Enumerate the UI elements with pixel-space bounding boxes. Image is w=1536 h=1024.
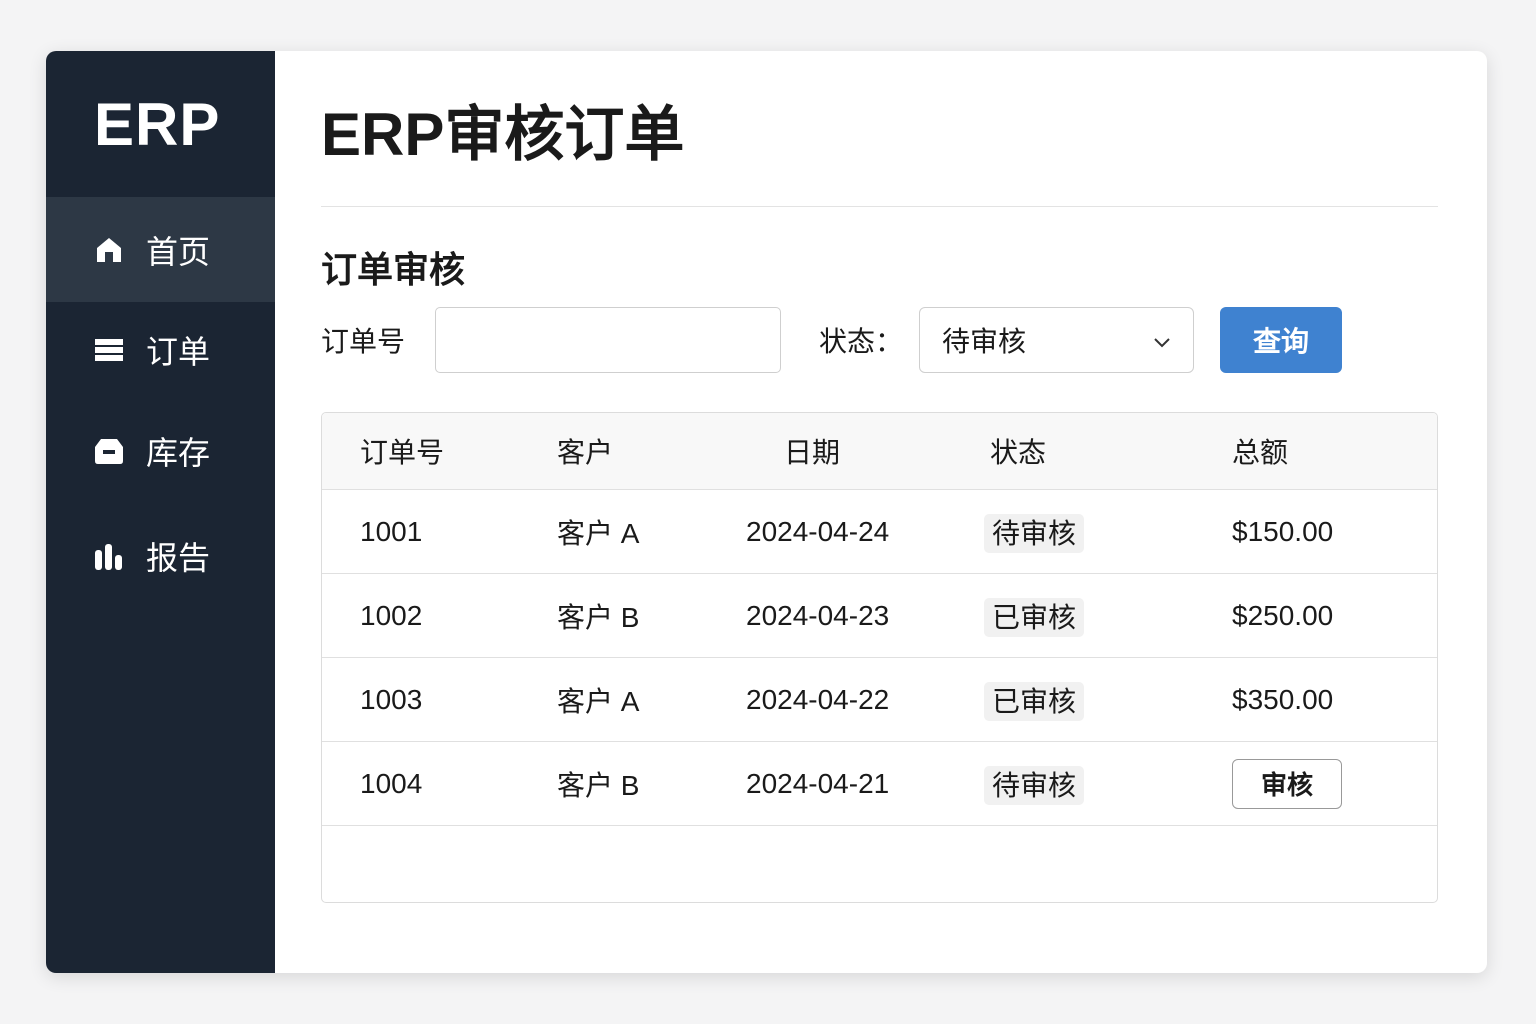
customer: 客户 B [557,601,640,633]
app-window: ERP 首页 订单 库存 报告 ERP审核订单 订单审核 订单号 状态： 待审核… [46,51,1487,973]
date: 2024-04-24 [746,515,890,547]
status-badge: 已审核 [984,597,1085,637]
total: $150.00 [1232,515,1334,547]
sidebar-item-reports[interactable]: 报告 [46,503,275,608]
customer: 客户 B [557,769,640,801]
date: 2024-04-23 [746,599,890,631]
order-id: 1002 [360,599,423,631]
section-title: 订单审核 [321,249,466,290]
total: $250.00 [1232,599,1334,631]
date: 2024-04-21 [746,767,890,799]
query-button[interactable]: 查询 [1220,307,1343,373]
order-id: 1001 [360,515,423,547]
filter-bar: 订单号 状态： 待审核 查询 [321,307,1438,373]
sidebar-item-label: 报告 [146,539,211,576]
main-content: ERP审核订单 订单审核 订单号 状态： 待审核 查询 订单号 客户 日期 状态… [275,51,1487,973]
table-row: 1002 客户 B 2024-04-23 已审核 $250.00 [322,574,1437,658]
date: 2024-04-22 [746,683,890,715]
order-number-input[interactable] [435,307,782,373]
status-select-value: 待审核 [942,326,1027,357]
inventory-icon [94,436,124,466]
table-header: 订单号 客户 日期 状态 总额 [322,413,1437,490]
orders-table: 订单号 客户 日期 状态 总额 1001 客户 A 2024-04-24 待审核… [321,412,1438,903]
header-customer: 客户 [557,437,614,468]
status-badge: 待审核 [984,513,1085,553]
sidebar-item-orders[interactable]: 订单 [46,302,275,398]
table-row: 1003 客户 A 2024-04-22 已审核 $350.00 [322,658,1437,742]
sidebar-item-inventory[interactable]: 库存 [46,398,275,503]
list-icon [94,335,124,365]
status-badge: 待审核 [984,765,1085,805]
customer: 客户 A [557,685,640,717]
total: $350.00 [1232,683,1334,715]
page-title: ERP审核订单 [321,103,1438,207]
table-row: 1001 客户 A 2024-04-24 待审核 $150.00 [322,490,1437,574]
header-date: 日期 [784,437,841,468]
sidebar-item-label: 订单 [146,334,211,370]
sidebar: ERP 首页 订单 库存 报告 [46,51,275,973]
home-icon [94,235,124,265]
chevron-down-icon [1153,324,1171,356]
header-order-number: 订单号 [360,437,445,468]
header-status: 状态 [990,437,1047,468]
sidebar-item-label: 首页 [146,233,211,270]
logo: ERP [94,90,221,158]
sidebar-item-home[interactable]: 首页 [46,197,275,302]
header-total: 总额 [1232,437,1289,468]
sidebar-item-label: 库存 [146,434,211,471]
bar-chart-icon [94,541,124,571]
order-id: 1003 [360,683,423,715]
approve-button[interactable]: 审核 [1232,758,1342,809]
order-number-label: 订单号 [321,326,406,357]
status-select[interactable]: 待审核 [919,307,1195,373]
status-badge: 已审核 [984,681,1085,721]
table-row: 1004 客户 B 2024-04-21 待审核 审核 [322,742,1437,826]
customer: 客户 A [557,517,640,549]
order-id: 1004 [360,767,423,799]
status-label: 状态： [819,326,904,357]
